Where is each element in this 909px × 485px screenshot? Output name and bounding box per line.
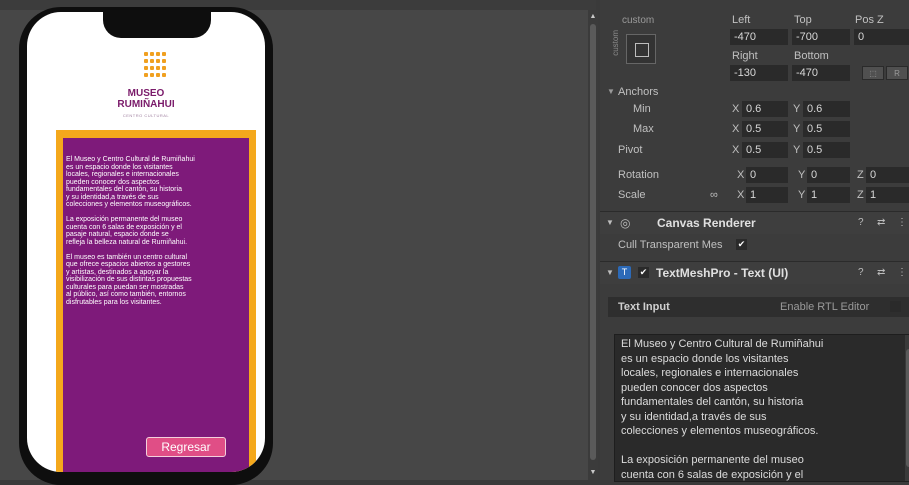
inspector-panel: custom custom Left Top Pos Z -470 -700 0…: [600, 0, 909, 482]
text-input-bar: Text Input Enable RTL Editor: [608, 297, 909, 317]
anchors-foldout-icon[interactable]: ▼: [607, 84, 615, 100]
textmeshpro-header[interactable]: ▼ T ✔ TextMeshPro - Text (UI) ? ⇄ ⋮: [600, 261, 909, 284]
anchor-max-y-field[interactable]: 0.5: [803, 121, 850, 137]
scene-scrollbar[interactable]: ▲ ▼: [588, 10, 598, 480]
anchor-preset-side-label: custom: [611, 30, 620, 56]
left-label: Left: [732, 14, 751, 26]
enable-rtl-label: Enable RTL Editor: [780, 301, 870, 313]
pivot-x-field[interactable]: 0.5: [742, 142, 788, 158]
museum-logo-icon: [144, 52, 170, 78]
anchor-max-label: Max: [633, 123, 654, 135]
canvas-renderer-foldout-icon[interactable]: ▼: [606, 212, 614, 234]
text-input-label: Text Input: [618, 301, 670, 313]
info-panel-border: El Museo y Centro Cultural de Rumiñahui …: [56, 130, 256, 472]
component-menu-icon[interactable]: ⋮: [897, 212, 907, 234]
anchor-min-y-field[interactable]: 0.6: [803, 101, 850, 117]
scale-x-label: X: [737, 189, 745, 201]
component-menu-icon[interactable]: ⋮: [897, 262, 907, 284]
help-icon[interactable]: ?: [858, 262, 864, 284]
anchor-max-x-field[interactable]: 0.5: [742, 121, 788, 137]
posz-label: Pos Z: [855, 14, 884, 26]
rotation-label: Rotation: [618, 169, 659, 181]
regresar-button[interactable]: Regresar: [146, 437, 226, 457]
scene-view[interactable]: MUSEO RUMIÑAHUI CENTRO CULTURAL El Museo…: [0, 0, 596, 485]
scale-label: Scale: [618, 189, 646, 201]
info-panel-text: El Museo y Centro Cultural de Rumiñahui …: [66, 156, 195, 306]
museum-title-line1: MUSEO: [127, 88, 165, 99]
scale-z-field[interactable]: 1: [866, 187, 909, 203]
rotation-x-field[interactable]: 0: [746, 167, 788, 183]
textmeshpro-enabled-checkbox[interactable]: ✔: [638, 267, 649, 278]
anchor-max-x-label: X: [732, 123, 740, 135]
anchor-min-y-label: Y: [793, 103, 801, 115]
text-input-area[interactable]: El Museo y Centro Cultural de Rumiñahui …: [614, 334, 909, 482]
anchor-min-label: Min: [633, 103, 651, 115]
scroll-up-icon[interactable]: ▲: [588, 12, 598, 22]
info-panel: El Museo y Centro Cultural de Rumiñahui …: [63, 138, 249, 472]
eye-icon: ◎: [620, 216, 631, 230]
scale-y-label: Y: [798, 189, 806, 201]
rotation-y-field[interactable]: 0: [807, 167, 850, 183]
help-icon[interactable]: ?: [858, 212, 864, 234]
blueprint-mode-button[interactable]: ⬚: [862, 66, 884, 80]
phone-screen: MUSEO RUMIÑAHUI CENTRO CULTURAL El Museo…: [27, 12, 265, 472]
scale-y-field[interactable]: 1: [807, 187, 850, 203]
canvas-renderer-title: Canvas Renderer: [657, 216, 756, 230]
pivot-x-label: X: [732, 144, 740, 156]
museum-title-line2: RUMIÑAHUI: [117, 99, 175, 110]
link-icon[interactable]: ∞: [710, 187, 718, 203]
textmeshpro-foldout-icon[interactable]: ▼: [606, 262, 614, 284]
anchor-max-y-label: Y: [793, 123, 801, 135]
text-input-content[interactable]: El Museo y Centro Cultural de Rumiñahui …: [621, 337, 901, 481]
cull-transparent-label: Cull Transparent Mes: [618, 239, 723, 251]
bottom-label: Bottom: [794, 50, 829, 62]
preset-settings-icon[interactable]: ⇄: [877, 212, 885, 234]
posz-field[interactable]: 0: [854, 29, 909, 45]
scale-x-field[interactable]: 1: [746, 187, 788, 203]
enable-rtl-checkbox[interactable]: [890, 301, 901, 312]
anchor-square-icon: [635, 43, 649, 57]
scroll-down-icon[interactable]: ▼: [588, 468, 598, 478]
right-field[interactable]: -130: [730, 65, 788, 81]
textmeshpro-title: TextMeshPro - Text (UI): [656, 266, 789, 280]
pivot-y-label: Y: [793, 144, 801, 156]
anchor-preset-button[interactable]: [626, 34, 656, 64]
bottom-field[interactable]: -470: [792, 65, 850, 81]
textmeshpro-icon: T: [618, 266, 631, 279]
left-field[interactable]: -470: [730, 29, 788, 45]
scale-z-label: Z: [857, 189, 864, 201]
text-input-scrollbar[interactable]: [905, 335, 909, 481]
rotation-z-label: Z: [857, 169, 864, 181]
canvas-renderer-header[interactable]: ▼ ◎ Canvas Renderer ? ⇄ ⋮: [600, 211, 909, 234]
anchor-min-x-label: X: [732, 103, 740, 115]
rotation-z-field[interactable]: 0: [866, 167, 909, 183]
scrollbar-thumb[interactable]: [590, 24, 596, 460]
anchor-min-x-field[interactable]: 0.6: [742, 101, 788, 117]
rotation-y-label: Y: [798, 169, 806, 181]
anchor-preset-label: custom: [622, 15, 655, 26]
top-field[interactable]: -700: [792, 29, 850, 45]
phone-notch: [103, 12, 211, 38]
pivot-y-field[interactable]: 0.5: [803, 142, 850, 158]
top-label: Top: [794, 14, 812, 26]
museum-subtitle: CENTRO CULTURAL: [122, 113, 170, 118]
pivot-label: Pivot: [618, 144, 643, 156]
anchors-label[interactable]: Anchors: [618, 84, 658, 100]
rotation-x-label: X: [737, 169, 745, 181]
preset-settings-icon[interactable]: ⇄: [877, 262, 885, 284]
cull-transparent-checkbox[interactable]: ✔: [736, 239, 747, 250]
right-label: Right: [732, 50, 758, 62]
raw-edit-button[interactable]: R: [886, 66, 908, 80]
